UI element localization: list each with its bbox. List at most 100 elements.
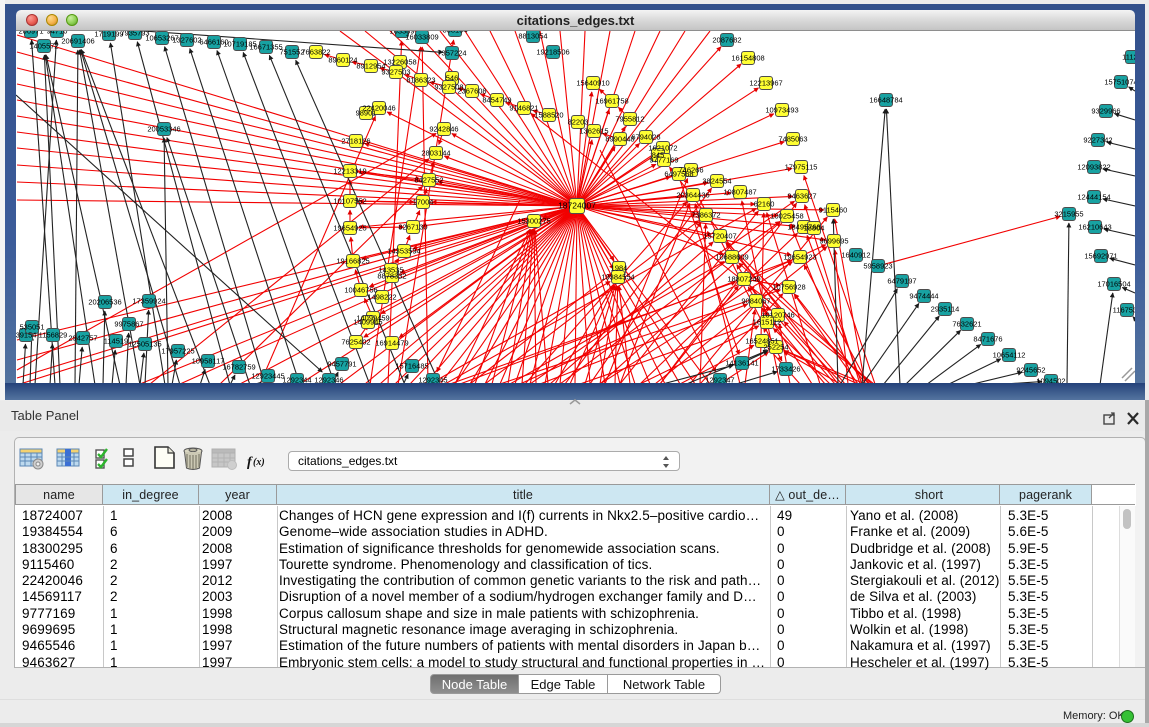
svg-text:9115460: 9115460 bbox=[819, 206, 848, 215]
svg-text:9777169: 9777169 bbox=[649, 156, 678, 165]
svg-text:16961758: 16961758 bbox=[595, 97, 628, 106]
svg-text:7625402: 7625402 bbox=[341, 338, 370, 347]
svg-text:9463627: 9463627 bbox=[787, 192, 816, 201]
svg-text:9975867: 9975867 bbox=[114, 320, 143, 329]
svg-text:9474444: 9474444 bbox=[909, 292, 938, 301]
svg-text:2718126: 2718126 bbox=[341, 137, 370, 146]
svg-text:2087682: 2087682 bbox=[712, 36, 741, 45]
svg-text:9242846: 9242846 bbox=[429, 125, 458, 134]
svg-text:15751074: 15751074 bbox=[1104, 78, 1135, 87]
svg-text:12093822: 12093822 bbox=[1077, 163, 1110, 172]
svg-text:1405572: 1405572 bbox=[29, 42, 58, 51]
svg-text:20206536: 20206536 bbox=[88, 298, 121, 307]
svg-text:20364436: 20364436 bbox=[676, 191, 709, 200]
svg-text:1733426: 1733426 bbox=[771, 365, 800, 374]
svg-text:9227342: 9227342 bbox=[1083, 136, 1112, 145]
svg-text:2942757: 2942757 bbox=[68, 334, 97, 343]
svg-text:7485063: 7485063 bbox=[778, 135, 807, 144]
svg-text:13226058: 13226058 bbox=[383, 58, 416, 67]
svg-text:8813054: 8813054 bbox=[518, 32, 547, 41]
svg-text:2935114: 2935114 bbox=[931, 305, 960, 314]
svg-text:16782759: 16782759 bbox=[222, 363, 255, 372]
svg-text:18807249: 18807249 bbox=[727, 275, 760, 284]
svg-text:39154: 39154 bbox=[16, 331, 36, 340]
svg-text:16210643: 16210643 bbox=[1078, 223, 1111, 232]
svg-text:252254: 252254 bbox=[763, 343, 788, 352]
svg-text:12444154: 12444154 bbox=[1077, 193, 1110, 202]
svg-text:62160: 62160 bbox=[754, 200, 775, 209]
svg-text:1292346: 1292346 bbox=[314, 376, 343, 384]
svg-text:16154808: 16154808 bbox=[731, 54, 764, 63]
svg-text:7632621: 7632621 bbox=[952, 320, 981, 329]
svg-text:1615112: 1615112 bbox=[753, 318, 782, 327]
svg-text:8186323: 8186323 bbox=[406, 76, 435, 85]
svg-text:12505135: 12505135 bbox=[128, 340, 161, 349]
svg-text:10654112: 10654112 bbox=[993, 351, 1026, 360]
svg-text:858104: 858104 bbox=[442, 31, 467, 35]
svg-text:10025458: 10025458 bbox=[770, 212, 803, 221]
svg-text:10807487: 10807487 bbox=[723, 188, 756, 197]
svg-text:12923445: 12923445 bbox=[251, 372, 284, 381]
svg-text:7955812: 7955812 bbox=[615, 115, 644, 124]
svg-text:20691406: 20691406 bbox=[61, 37, 94, 46]
svg-text:9699695: 9699695 bbox=[819, 237, 848, 246]
svg-text:10688609: 10688609 bbox=[715, 253, 748, 262]
svg-text:1409945: 1409945 bbox=[353, 318, 382, 327]
svg-text:15640910: 15640910 bbox=[576, 79, 609, 88]
svg-text:5958923: 5958923 bbox=[863, 262, 892, 271]
svg-text:8471676: 8471676 bbox=[973, 335, 1002, 344]
svg-text:12213319: 12213319 bbox=[333, 167, 366, 176]
svg-text:15720407: 15720407 bbox=[703, 232, 736, 241]
svg-text:19384554: 19384554 bbox=[601, 273, 634, 282]
svg-text:15716485: 15716485 bbox=[395, 362, 428, 371]
svg-text:14353594: 14353594 bbox=[387, 247, 420, 256]
svg-text:2803144: 2803144 bbox=[421, 149, 450, 158]
svg-text:546: 546 bbox=[446, 74, 459, 83]
svg-text:19166825: 19166825 bbox=[336, 257, 369, 266]
svg-text:7357224: 7357224 bbox=[437, 49, 466, 58]
svg-text:9329966: 9329966 bbox=[1091, 107, 1120, 116]
svg-text:11125: 11125 bbox=[1122, 53, 1135, 62]
svg-text:16648784: 16648784 bbox=[869, 96, 902, 105]
svg-text:19218506: 19218506 bbox=[536, 48, 569, 57]
svg-text:1156829: 1156829 bbox=[39, 331, 68, 340]
svg-text:17975115: 17975115 bbox=[785, 163, 818, 172]
svg-text:17957225: 17957225 bbox=[161, 347, 194, 356]
svg-text:1640912: 1640912 bbox=[841, 251, 870, 260]
svg-text:16914479: 16914479 bbox=[375, 339, 408, 348]
svg-text:1167533: 1167533 bbox=[1113, 306, 1135, 315]
svg-text:16033809: 16033809 bbox=[405, 33, 438, 42]
svg-text:19654925: 19654925 bbox=[333, 224, 366, 233]
svg-text:14136141: 14136141 bbox=[725, 359, 758, 368]
svg-text:1362615: 1362615 bbox=[579, 127, 608, 136]
svg-text:82203: 82203 bbox=[568, 118, 589, 127]
svg-text:(x): (x) bbox=[253, 457, 265, 468]
svg-text:94710: 94710 bbox=[47, 31, 68, 36]
svg-text:9457791: 9457791 bbox=[327, 360, 356, 369]
svg-text:1498222: 1498222 bbox=[367, 293, 396, 302]
svg-text:8267130: 8267130 bbox=[398, 223, 427, 232]
svg-text:20053346: 20053346 bbox=[147, 125, 180, 134]
svg-text:17359924: 17359924 bbox=[132, 297, 165, 306]
svg-text:10958117: 10958117 bbox=[192, 357, 225, 366]
svg-text:19654923: 19654923 bbox=[783, 253, 816, 262]
svg-text:7386372: 7386372 bbox=[691, 211, 720, 220]
svg-text:12213967: 12213967 bbox=[749, 79, 782, 88]
svg-text:6794028: 6794028 bbox=[631, 133, 660, 142]
svg-text:98901: 98901 bbox=[356, 109, 377, 118]
svg-text:114519: 114519 bbox=[104, 337, 128, 346]
svg-text:10756928: 10756928 bbox=[772, 283, 805, 292]
svg-text:3824554: 3824554 bbox=[702, 177, 731, 186]
svg-text:7663822: 7663822 bbox=[301, 48, 330, 57]
svg-text:200971: 200971 bbox=[18, 31, 43, 36]
svg-text:2367608: 2367608 bbox=[457, 87, 486, 96]
svg-text:17004: 17004 bbox=[413, 198, 434, 207]
svg-text:9245652: 9245652 bbox=[1016, 366, 1045, 375]
svg-text:18804: 18804 bbox=[804, 224, 825, 233]
svg-text:1292347: 1292347 bbox=[705, 376, 734, 384]
svg-text:8427552: 8427552 bbox=[414, 176, 443, 185]
svg-text:143535: 143535 bbox=[378, 266, 403, 275]
svg-text:8990448: 8990448 bbox=[605, 135, 634, 144]
svg-text:17016504: 17016504 bbox=[1097, 280, 1130, 289]
svg-text:8960124: 8960124 bbox=[328, 56, 357, 65]
